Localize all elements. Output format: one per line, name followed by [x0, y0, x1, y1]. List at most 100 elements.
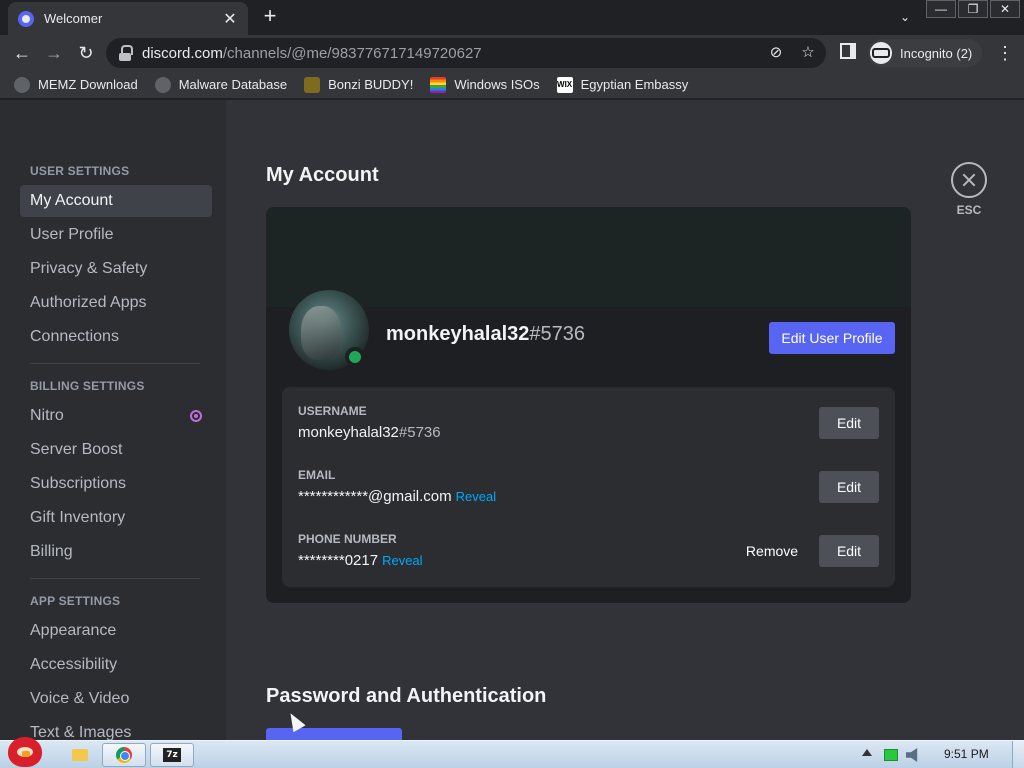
- sidebar-item-connections[interactable]: Connections: [20, 321, 212, 353]
- close-window-button[interactable]: ✕: [990, 0, 1020, 18]
- bookmark-label: Egyptian Embassy: [580, 77, 689, 92]
- bookmark-label: Malware Database: [178, 77, 288, 92]
- reveal-phone-link[interactable]: Reveal: [382, 553, 422, 568]
- close-icon[interactable]: [951, 162, 987, 198]
- sidebar-item-billing[interactable]: Billing: [20, 536, 212, 568]
- browser-menu-icon[interactable]: ⋮: [996, 41, 1014, 65]
- sidebar-item-my-account[interactable]: My Account: [20, 185, 212, 217]
- bookmark-bonzi-buddy[interactable]: Bonzi BUDDY!: [304, 76, 414, 93]
- new-tab-button[interactable]: +: [258, 4, 282, 28]
- sidebar-item-gift-inventory[interactable]: Gift Inventory: [20, 502, 212, 534]
- battery-icon[interactable]: [884, 749, 898, 761]
- username-value: monkeyhalal32#5736: [298, 424, 441, 441]
- side-panel-icon[interactable]: [840, 43, 856, 59]
- username-label: USERNAME: [298, 404, 367, 418]
- incognito-label: Incognito (2): [900, 45, 973, 61]
- profile-banner: [266, 207, 911, 307]
- online-status-icon: [345, 347, 365, 367]
- taskbar-chrome[interactable]: [102, 743, 146, 767]
- remove-phone-button[interactable]: Remove: [737, 535, 807, 567]
- taskbar-explorer[interactable]: [58, 743, 102, 767]
- browser-toolbar: ← → ↻ discord.com/channels/@me/983776717…: [0, 35, 1024, 71]
- tab-strip: Welcomer ✕ + ⌄ — ❐ ✕: [0, 0, 1024, 35]
- sidebar-item-accessibility[interactable]: Accessibility: [20, 649, 212, 681]
- sidebar-divider: [30, 578, 200, 579]
- tab-search-icon[interactable]: ⌄: [896, 8, 914, 26]
- reveal-email-link[interactable]: Reveal: [456, 489, 496, 504]
- address-bar[interactable]: discord.com/channels/@me/983776717149720…: [106, 38, 826, 68]
- page-title: My Account: [266, 164, 379, 186]
- tab-title: Welcomer: [44, 11, 103, 26]
- username-disc-text: #5736: [398, 424, 441, 441]
- display-name: monkeyhalal32#5736: [386, 323, 585, 346]
- sidebar-item-privacy-safety[interactable]: Privacy & Safety: [20, 253, 212, 285]
- speaker-icon[interactable]: [906, 748, 918, 762]
- phone-label: PHONE NUMBER: [298, 532, 397, 546]
- bookmark-egyptian-embassy[interactable]: WIX Egyptian Embassy: [556, 76, 689, 93]
- nitro-icon: [190, 410, 202, 422]
- incognito-profile-button[interactable]: Incognito (2): [868, 39, 983, 67]
- show-desktop-button[interactable]: [1012, 741, 1024, 768]
- edit-phone-button[interactable]: Edit: [819, 535, 879, 567]
- sidebar-divider: [30, 363, 200, 364]
- taskbar-7zip[interactable]: 7z: [150, 743, 194, 767]
- star-icon[interactable]: ☆: [798, 43, 818, 63]
- bookmark-memz-download[interactable]: MEMZ Download: [14, 76, 138, 93]
- forward-button[interactable]: →: [42, 41, 66, 65]
- url-host: discord.com: [142, 44, 223, 62]
- lock-icon[interactable]: [118, 45, 133, 61]
- angry-bird-icon: [8, 737, 42, 767]
- browser-tab[interactable]: Welcomer ✕: [8, 2, 248, 35]
- sidebar-item-server-boost[interactable]: Server Boost: [20, 434, 212, 466]
- restore-button[interactable]: ❐: [958, 0, 988, 18]
- user-settings-heading: USER SETTINGS: [30, 164, 130, 178]
- phone-value-text: ********0217: [298, 552, 379, 569]
- sidebar-item-appearance[interactable]: Appearance: [20, 615, 212, 647]
- username-text: monkeyhalal32: [386, 323, 530, 345]
- discord-settings: USER SETTINGS My Account User Profile Pr…: [0, 100, 1024, 740]
- sidebar-item-user-profile[interactable]: User Profile: [20, 219, 212, 251]
- email-label: EMAIL: [298, 468, 336, 482]
- clock[interactable]: 9:51 PM: [944, 747, 989, 761]
- edit-username-button[interactable]: Edit: [819, 407, 879, 439]
- sidebar-item-label: Nitro: [30, 407, 64, 424]
- show-hidden-icons-icon[interactable]: [862, 749, 872, 756]
- edit-email-button[interactable]: Edit: [819, 471, 879, 503]
- app-settings-heading: APP SETTINGS: [30, 594, 121, 608]
- bookmark-windows-isos[interactable]: Windows ISOs: [430, 76, 540, 93]
- start-button[interactable]: [2, 733, 48, 768]
- discord-favicon-icon: [18, 10, 34, 27]
- globe-icon: [14, 76, 30, 93]
- close-settings-button[interactable]: ESC: [950, 162, 988, 217]
- globe-icon: [154, 76, 171, 93]
- window-controls: — ❐ ✕: [924, 0, 1020, 18]
- change-password-button[interactable]: [266, 728, 402, 740]
- settings-sidebar: USER SETTINGS My Account User Profile Pr…: [0, 100, 226, 740]
- bookmark-malware-database[interactable]: Malware Database: [154, 76, 288, 93]
- explorer-icon: [72, 749, 88, 761]
- phone-value: ********0217 Reveal: [298, 552, 423, 569]
- eye-off-icon[interactable]: ⊘: [766, 43, 786, 63]
- edit-user-profile-button[interactable]: Edit User Profile: [769, 322, 895, 354]
- minimize-button[interactable]: —: [926, 0, 956, 18]
- bookmark-label: MEMZ Download: [38, 77, 138, 92]
- sidebar-item-voice-video[interactable]: Voice & Video: [20, 683, 212, 715]
- email-value-text: ************@gmail.com: [298, 488, 452, 505]
- sidebar-item-subscriptions[interactable]: Subscriptions: [20, 468, 212, 500]
- wix-icon: WIX: [556, 76, 573, 93]
- account-fields: USERNAME monkeyhalal32#5736 Edit EMAIL *…: [282, 387, 895, 587]
- account-card: monkeyhalal32#5736 Edit User Profile USE…: [266, 207, 911, 603]
- url-path: /channels/@me/983776717149720627: [222, 44, 482, 62]
- bookmark-label: Windows ISOs: [454, 77, 540, 92]
- bookmark-label: Bonzi BUDDY!: [328, 77, 414, 92]
- email-value: ************@gmail.com Reveal: [298, 488, 496, 505]
- sidebar-item-nitro[interactable]: Nitro: [20, 400, 212, 432]
- settings-content: My Account ESC monkeyhalal32#5736 Edit U…: [226, 100, 1024, 740]
- sidebar-item-authorized-apps[interactable]: Authorized Apps: [20, 287, 212, 319]
- tab-close-icon[interactable]: ✕: [222, 9, 238, 29]
- back-button[interactable]: ←: [10, 41, 34, 65]
- reload-button[interactable]: ↻: [74, 41, 98, 65]
- sidebar-item-text-images[interactable]: Text & Images: [20, 717, 212, 740]
- esc-label: ESC: [956, 203, 982, 217]
- bonzi-icon: [304, 76, 321, 93]
